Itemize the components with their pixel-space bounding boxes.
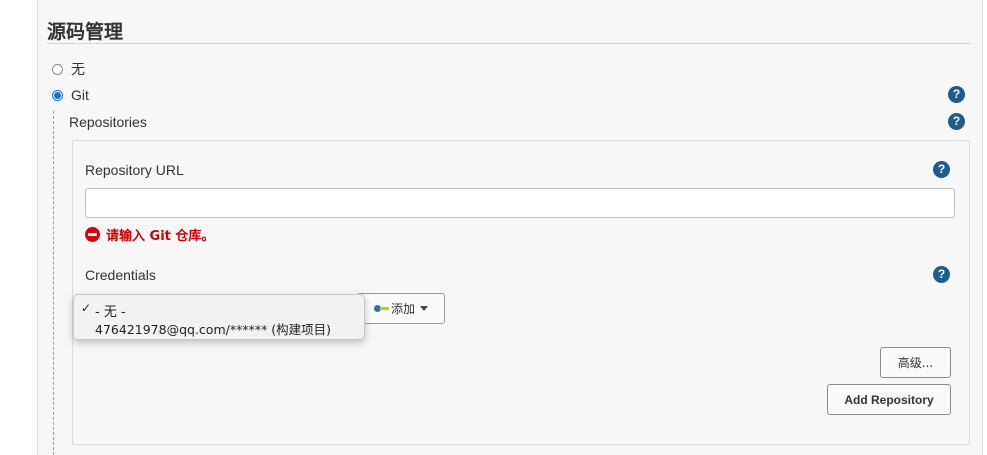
- repositories-label: Repositories: [69, 114, 147, 130]
- section-divider: [47, 43, 971, 44]
- scm-option-none-label: 无: [71, 61, 85, 77]
- help-icon[interactable]: ?: [948, 86, 965, 103]
- add-credentials-label: 添加: [390, 302, 415, 316]
- radio-none[interactable]: [52, 63, 63, 75]
- git-dashed-guide: [53, 111, 54, 455]
- help-icon[interactable]: ?: [933, 161, 950, 178]
- help-icon[interactable]: ?: [948, 113, 965, 130]
- dropdown-option-label: - 无 -: [95, 305, 126, 320]
- error-icon: [85, 227, 100, 242]
- radio-git[interactable]: [52, 89, 63, 101]
- scm-option-git-label: Git: [71, 87, 89, 103]
- advanced-button[interactable]: 高级...: [880, 347, 951, 378]
- key-icon: [373, 304, 390, 313]
- help-icon[interactable]: ?: [933, 266, 950, 283]
- add-credentials-button[interactable]: 添加: [357, 293, 445, 324]
- credentials-dropdown-menu: ✓ - 无 - 476421978@qq.com/****** (构建项目): [73, 294, 365, 340]
- scm-option-git[interactable]: Git: [52, 87, 89, 103]
- scm-option-none[interactable]: 无: [52, 59, 85, 79]
- repository-url-label: Repository URL: [85, 162, 184, 178]
- dropdown-option-label: 476421978@qq.com/****** (构建项目): [95, 322, 332, 337]
- checkmark-icon: ✓: [81, 301, 92, 315]
- chevron-down-icon: [420, 306, 428, 311]
- error-message: 请输入 Git 仓库。: [106, 229, 215, 244]
- repository-url-error: 请输入 Git 仓库。: [85, 225, 214, 244]
- add-repository-button[interactable]: Add Repository: [827, 384, 951, 415]
- dropdown-option-none[interactable]: ✓ - 无 -: [74, 301, 364, 320]
- credentials-label: Credentials: [85, 267, 156, 283]
- repository-url-input[interactable]: [85, 188, 955, 218]
- section-title: 源码管理: [47, 21, 124, 43]
- dropdown-option-credential[interactable]: 476421978@qq.com/****** (构建项目): [74, 319, 364, 337]
